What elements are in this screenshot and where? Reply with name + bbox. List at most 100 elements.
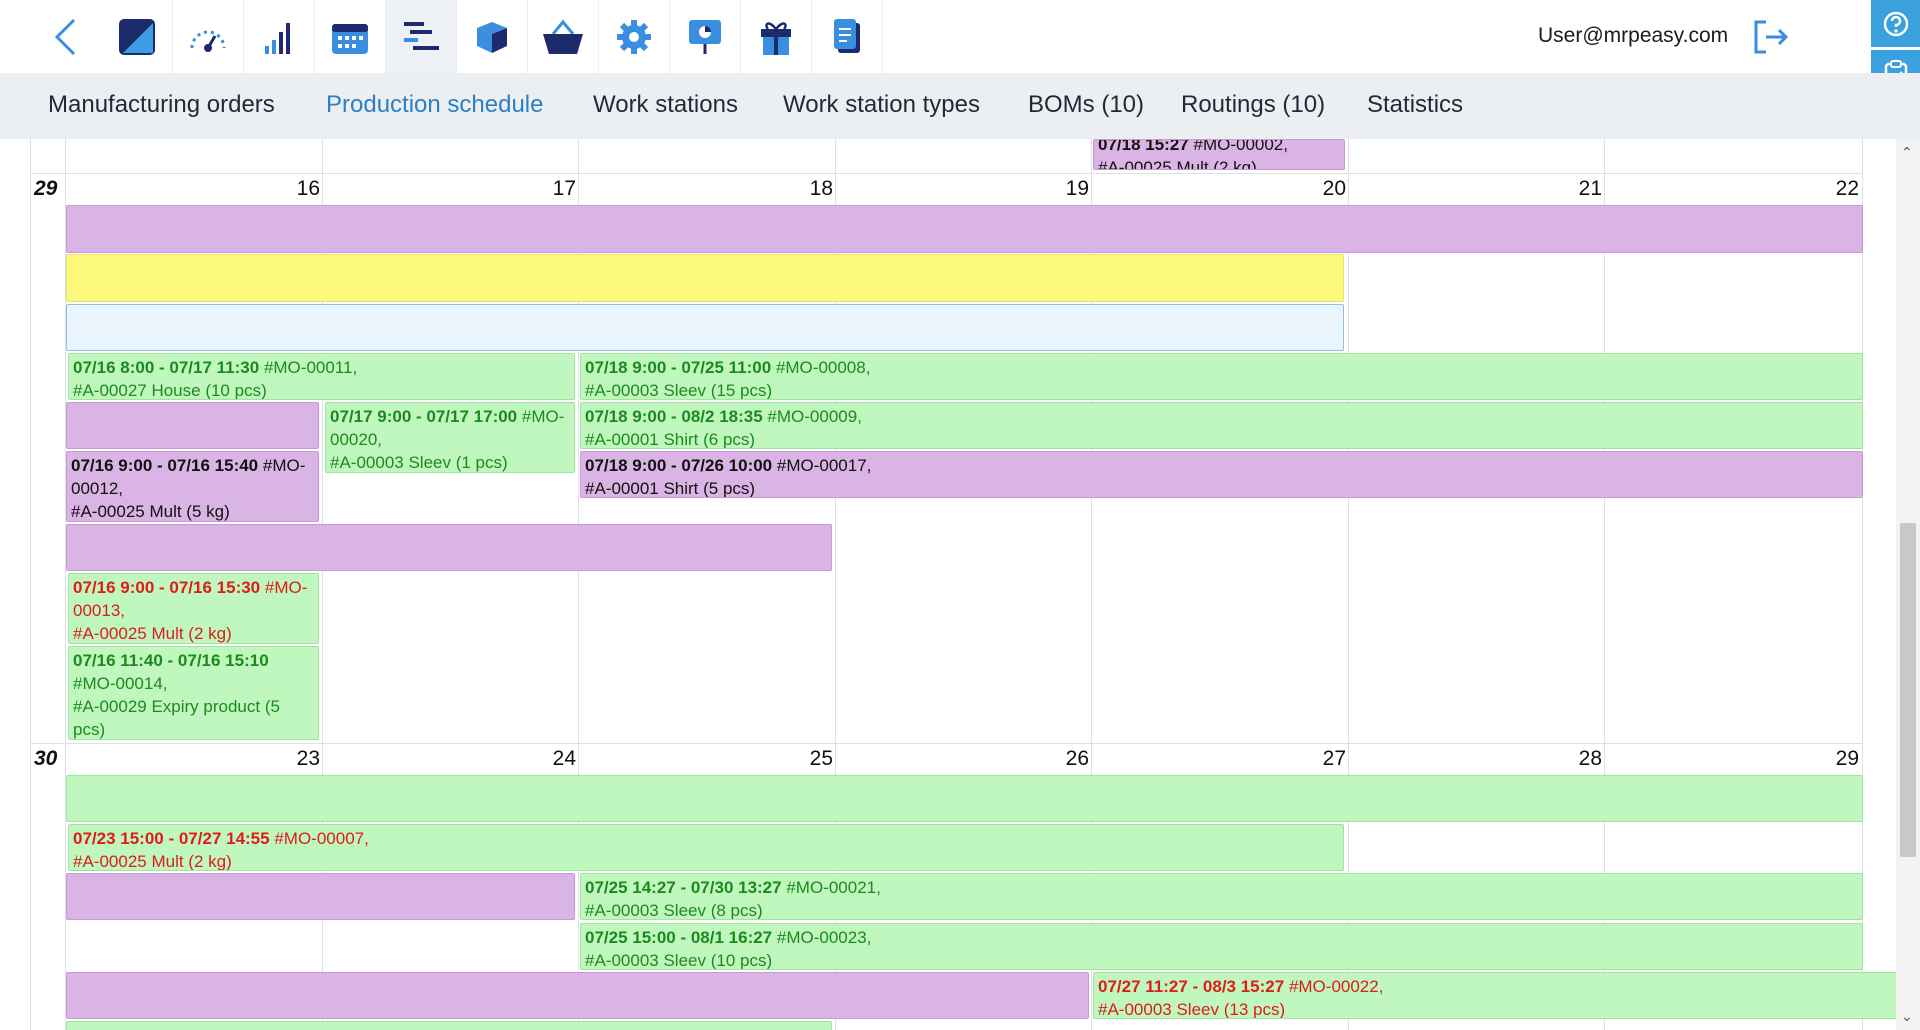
- day-number: 22: [1835, 177, 1859, 200]
- event-mo: #MO-00011,: [263, 358, 358, 377]
- event-article: #A-00025 Mult (2 kg): [73, 624, 232, 643]
- event-article: #A-00025 Mult (5 kg): [71, 502, 230, 521]
- event-bar[interactable]: 07/16 9:00 - 07/16 15:40 #MO-00012, #A-00…: [66, 451, 319, 522]
- event-time: 07/16 8:00 - 07/17 11:30: [73, 358, 260, 377]
- day-number: 27: [1322, 747, 1346, 770]
- event-time: 07/18 9:00 - 08/2 18:35: [585, 407, 763, 426]
- event-article: #A-00025 Mult (2 kg): [73, 852, 232, 871]
- event-bar[interactable]: 07/17 9:00 - 07/17 17:00 #MO-00020, #A-00…: [325, 402, 575, 473]
- day-number: 21: [1578, 177, 1602, 200]
- event-time: 07/18 15:27: [1098, 139, 1189, 154]
- day-number: 16: [296, 177, 320, 200]
- event-article: #A-00003 Sleev (8 pcs): [585, 901, 763, 920]
- event-mo: #MO-00008,: [775, 358, 871, 377]
- event-mo: #MO-00002,: [1193, 139, 1288, 154]
- help-icon[interactable]: [1871, 0, 1920, 47]
- tab-boms[interactable]: BOMs (10): [1028, 91, 1144, 119]
- event-article: #A-00003 Sleev (15 pcs): [585, 381, 773, 400]
- tab-work-stations[interactable]: Work stations: [593, 91, 738, 119]
- week-number: 30: [34, 747, 58, 770]
- production-calendar: 07/18 15:27 #MO-00002, #A-00025 Mult (2 k…: [0, 139, 1900, 1030]
- scrollbar-thumb[interactable]: [1900, 523, 1916, 857]
- event-bar[interactable]: [66, 1021, 832, 1030]
- day-number: 25: [809, 747, 833, 770]
- cube-icon[interactable]: [457, 0, 528, 73]
- logo-icon[interactable]: [102, 0, 173, 73]
- event-time: 07/18 9:00 - 07/26 10:00: [585, 456, 773, 475]
- event-bar[interactable]: [66, 254, 1344, 302]
- gift-icon[interactable]: [741, 0, 812, 73]
- event-article: #A-00027 House (10 pcs): [73, 381, 267, 400]
- day-number: 19: [1065, 177, 1089, 200]
- event-article: #A-00003 Sleev (1 pcs): [330, 453, 508, 472]
- event-bar[interactable]: 07/23 15:00 - 07/27 14:55 #MO-00007, #A-0…: [68, 824, 1344, 871]
- subnav-tabs: Manufacturing orders Production schedule…: [0, 73, 1920, 139]
- event-bar[interactable]: 07/16 8:00 - 07/17 11:30 #MO-00011, #A-00…: [68, 353, 575, 400]
- day-number: 24: [552, 747, 576, 770]
- day-number: 17: [552, 177, 576, 200]
- event-mo: #MO-00014,: [73, 674, 168, 693]
- dashboard-icon[interactable]: [173, 0, 244, 73]
- event-mo: #MO-00022,: [1288, 977, 1384, 996]
- tab-production-schedule[interactable]: Production schedule: [326, 91, 543, 119]
- week-number: 29: [34, 177, 58, 200]
- gear-icon[interactable]: [599, 0, 670, 73]
- event-time: 07/23 15:00 - 07/27 14:55: [73, 829, 270, 848]
- day-number: 23: [296, 747, 320, 770]
- event-bar[interactable]: 07/18 9:00 - 07/25 11:00 #MO-00008, #A-00…: [580, 353, 1863, 400]
- logout-icon[interactable]: [1752, 18, 1792, 56]
- event-bar[interactable]: 07/25 14:27 - 07/30 13:27 #MO-00021, #A-0…: [580, 873, 1863, 920]
- event-bar[interactable]: 07/25 15:00 - 08/1 16:27 #MO-00023, #A-00…: [580, 923, 1863, 970]
- event-bar[interactable]: [66, 402, 319, 449]
- back-icon[interactable]: [36, 0, 96, 73]
- basket-icon[interactable]: [528, 0, 599, 73]
- event-bar[interactable]: [66, 304, 1344, 351]
- event-bar[interactable]: 07/18 9:00 - 08/2 18:35 #MO-00009, #A-000…: [580, 402, 1863, 449]
- event-bar[interactable]: 07/16 9:00 - 07/16 15:30 #MO-00013, #A-00…: [68, 573, 319, 644]
- event-article: #A-00025 Mult (2 kg): [1098, 158, 1257, 170]
- event-mo: #MO-00009,: [767, 407, 862, 426]
- day-number: 20: [1322, 177, 1346, 200]
- day-number: 29: [1835, 747, 1859, 770]
- event-bar[interactable]: [66, 873, 575, 920]
- event-time: 07/16 9:00 - 07/16 15:30: [73, 578, 261, 597]
- event-bar[interactable]: 07/18 9:00 - 07/26 10:00 #MO-00017, #A-00…: [580, 451, 1863, 498]
- event-mo: #MO-00021,: [786, 878, 881, 897]
- day-number: 28: [1578, 747, 1602, 770]
- event-time: 07/16 11:40 - 07/16 15:10: [73, 651, 269, 670]
- event-bar[interactable]: [66, 775, 1863, 822]
- event-time: 07/16 9:00 - 07/16 15:40: [71, 456, 259, 475]
- event-bar[interactable]: [66, 524, 832, 571]
- app-window: User@mrpeasy.com Manufacturing orders Pr…: [0, 0, 1920, 1030]
- presentation-icon[interactable]: [670, 0, 741, 73]
- event-bar[interactable]: [66, 205, 1863, 253]
- event-time: 07/25 14:27 - 07/30 13:27: [585, 878, 782, 897]
- tab-work-station-types[interactable]: Work station types: [783, 91, 980, 119]
- tab-statistics[interactable]: Statistics: [1367, 91, 1463, 119]
- event-bar[interactable]: 07/18 15:27 #MO-00002, #A-00025 Mult (2 k…: [1093, 139, 1345, 170]
- vertical-scrollbar[interactable]: ⌃ ⌄: [1896, 139, 1920, 1030]
- event-article: #A-00001 Shirt (5 pcs): [585, 479, 756, 498]
- event-time: 07/18 9:00 - 07/25 11:00: [585, 358, 772, 377]
- scroll-down-icon[interactable]: ⌄: [1901, 1009, 1913, 1025]
- event-article: #A-00001 Shirt (6 pcs): [585, 430, 756, 449]
- event-bar[interactable]: 07/27 11:27 - 08/3 15:27 #MO-00022, #A-00…: [1093, 972, 1900, 1019]
- schedule-icon[interactable]: [386, 0, 457, 73]
- top-toolbar: User@mrpeasy.com: [0, 0, 1920, 73]
- event-time: 07/27 11:27 - 08/3 15:27: [1098, 977, 1285, 996]
- event-bar[interactable]: 07/16 11:40 - 07/16 15:10 #MO-00014, #A-0…: [68, 646, 319, 740]
- event-article: #A-00003 Sleev (13 pcs): [1098, 1000, 1286, 1019]
- document-icon[interactable]: [812, 0, 883, 73]
- event-mo: #MO-00023,: [776, 928, 872, 947]
- day-number: 26: [1065, 747, 1089, 770]
- event-time: 07/25 15:00 - 08/1 16:27: [585, 928, 773, 947]
- user-email[interactable]: User@mrpeasy.com: [1538, 24, 1728, 48]
- event-mo: #MO-00007,: [274, 829, 369, 848]
- event-bar[interactable]: [66, 972, 1089, 1019]
- scroll-up-icon[interactable]: ⌃: [1901, 145, 1913, 161]
- stats-icon[interactable]: [244, 0, 315, 73]
- event-article: #A-00029 Expiry product (5 pcs): [73, 697, 280, 739]
- calendar-icon[interactable]: [315, 0, 386, 73]
- tab-routings[interactable]: Routings (10): [1181, 91, 1325, 119]
- tab-manufacturing-orders[interactable]: Manufacturing orders: [48, 91, 275, 119]
